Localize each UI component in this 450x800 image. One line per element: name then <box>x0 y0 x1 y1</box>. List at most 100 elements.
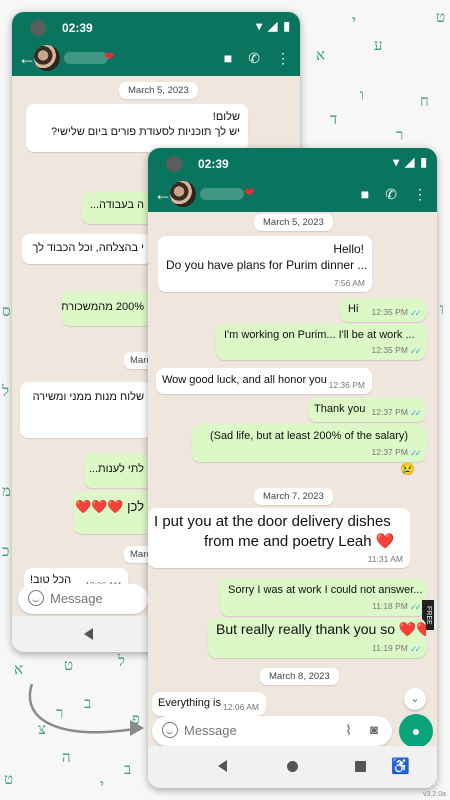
message-meta: 11:19 PM ✓✓ <box>372 643 422 655</box>
nav-back-icon[interactable] <box>84 628 93 640</box>
accessibility-icon[interactable]: ♿ <box>391 757 410 775</box>
message-bubble: לתי לענות... <box>84 454 152 488</box>
camera-icon[interactable]: ◙ <box>370 722 378 737</box>
bg-letter: ה <box>62 748 71 766</box>
contact-avatar[interactable] <box>170 181 196 207</box>
message-time: 12:37 PM <box>371 407 408 418</box>
camera-cutout <box>166 156 182 172</box>
phone-call-icon[interactable]: ✆ <box>385 186 397 203</box>
contact-avatar[interactable] <box>34 45 60 71</box>
contact-name-redacted[interactable] <box>64 52 108 64</box>
message-text: ה בעבודה... <box>89 199 144 211</box>
message-text: 200% מהמשכורת) <box>62 301 144 313</box>
bg-letter: ר <box>396 126 404 144</box>
navigation-bar: ♿ <box>148 746 437 788</box>
message-bubble: But really really thank you so ❤️❤️❤️ 11… <box>208 618 426 658</box>
bg-letter: כ <box>2 542 10 560</box>
message-input[interactable] <box>184 723 334 738</box>
battery-icon: ▮ <box>420 155 427 169</box>
chat-header: ← ❤ ■ ✆ ⋮ <box>12 42 300 76</box>
message-meta: 11:18 PM ✓✓ <box>372 601 422 613</box>
read-ticks-icon: ✓✓ <box>409 447 422 458</box>
message-bubble: Wow good luck, and all honor you 12:36 P… <box>156 368 372 394</box>
heart-emoji: ❤ <box>104 49 115 64</box>
video-call-icon[interactable]: ■ <box>224 50 232 67</box>
video-call-icon[interactable]: ■ <box>361 186 369 203</box>
nav-back-icon[interactable] <box>218 760 227 772</box>
message-time: 12:37 PM <box>371 447 408 458</box>
bg-letter: ו <box>360 86 364 104</box>
nav-home-icon[interactable] <box>287 761 298 772</box>
bg-letter: ט <box>64 656 74 674</box>
phone-call-icon[interactable]: ✆ <box>248 50 260 67</box>
menu-dots-icon[interactable]: ⋮ <box>413 186 427 203</box>
signal-icon: ◢ <box>268 19 278 33</box>
status-clock: 02:39 <box>62 21 93 35</box>
bg-letter: י <box>352 12 356 30</box>
emoji-icon[interactable] <box>28 590 44 606</box>
message-text: שלום! <box>212 111 240 123</box>
message-meta: 11:31 AM <box>368 554 403 565</box>
message-input-bar <box>18 584 148 614</box>
message-meta: 12:06 AM <box>223 702 259 713</box>
bg-letter: ט <box>436 8 446 26</box>
message-text: Hi <box>348 303 359 315</box>
scroll-down-button[interactable]: ⌄ <box>404 688 426 710</box>
message-text: But really really thank you so ❤️❤️❤️ <box>216 621 426 637</box>
message-text: לתי לענות... <box>88 463 144 475</box>
message-text: Do you have plans for Purim dinner ... <box>166 258 368 273</box>
message-time: 12:35 PM <box>371 345 408 356</box>
battery-icon: ▮ <box>283 19 290 33</box>
date-chip: March 5, 2023 <box>254 214 333 231</box>
message-input[interactable] <box>50 591 140 606</box>
bg-letter: ע <box>374 36 383 54</box>
signal-icon: ◢ <box>405 155 415 169</box>
message-text: Everything is <box>158 697 221 709</box>
header-actions: ■ ✆ ⋮ <box>224 50 290 67</box>
status-clock: 02:39 <box>198 157 229 171</box>
bg-letter: מ <box>2 482 11 500</box>
message-time: 12:36 PM <box>328 379 365 390</box>
message-input-bar: ⌇ ◙ <box>152 716 392 746</box>
date-chip: March 5, 2023 <box>119 82 198 99</box>
message-time: 12:35 PM <box>371 307 408 318</box>
message-text: I put you at the door delivery dishes <box>154 513 391 530</box>
message-text: (Sad life, but at least 200% of the sala… <box>209 430 409 442</box>
bg-letter: ו <box>440 300 444 318</box>
curved-arrow-icon <box>28 683 144 736</box>
message-meta: 12:37 PM ✓✓ <box>371 407 423 419</box>
message-meta: 12:37 PM ✓✓ <box>371 447 423 459</box>
status-bar: 02:39 ▾ ◢ ▮ <box>148 148 437 178</box>
system-icons: ▾ ◢ ▮ <box>393 155 427 169</box>
message-bubble: י בהצלחה, וכל הכבוד לך <box>22 234 152 264</box>
read-ticks-icon: ✓✓ <box>409 307 422 318</box>
contact-name-redacted[interactable] <box>200 188 244 200</box>
bg-letter: א <box>316 46 326 64</box>
message-text: from me and poetry Leah ❤️ <box>204 532 395 550</box>
nav-recents-icon[interactable] <box>355 761 366 772</box>
emoji-icon[interactable] <box>162 722 178 738</box>
message-bubble: Sorry I was at work I could not answer..… <box>220 578 426 616</box>
wifi-icon: ▾ <box>393 155 400 169</box>
message-bubble: ה בעבודה... <box>82 192 152 224</box>
mic-button[interactable]: ● <box>399 714 433 748</box>
message-bubble: לכן ❤️❤️❤️ <box>74 492 152 534</box>
wifi-icon: ▾ <box>256 19 263 33</box>
menu-dots-icon[interactable]: ⋮ <box>276 50 290 67</box>
chat-header: ← ❤ ■ ✆ ⋮ <box>148 178 437 212</box>
message-time: 11:19 PM <box>372 643 408 654</box>
message-time: 12:06 AM <box>223 701 259 712</box>
status-bar: 02:39 ▾ ◢ ▮ <box>12 12 300 42</box>
message-text: יש לך תוכניות לסעודת פורים ביום שלישי? <box>51 125 240 138</box>
read-ticks-icon: ✓✓ <box>409 643 422 654</box>
chevron-down-icon: ⌄ <box>410 693 420 705</box>
attach-icon[interactable]: ⌇ <box>345 722 352 739</box>
message-meta: 12:36 PM <box>329 380 365 391</box>
message-bubble: שלוח מנות ממני ומשירה <box>20 382 152 438</box>
message-bubble: Hi 12:35 PM ✓✓ <box>340 298 426 322</box>
bg-letter: ל <box>2 382 10 400</box>
message-meta: 12:35 PM ✓✓ <box>371 307 423 319</box>
header-actions: ■ ✆ ⋮ <box>361 186 427 203</box>
bg-letter: ל <box>118 652 126 670</box>
reaction-emoji[interactable]: 😢 <box>400 462 415 476</box>
